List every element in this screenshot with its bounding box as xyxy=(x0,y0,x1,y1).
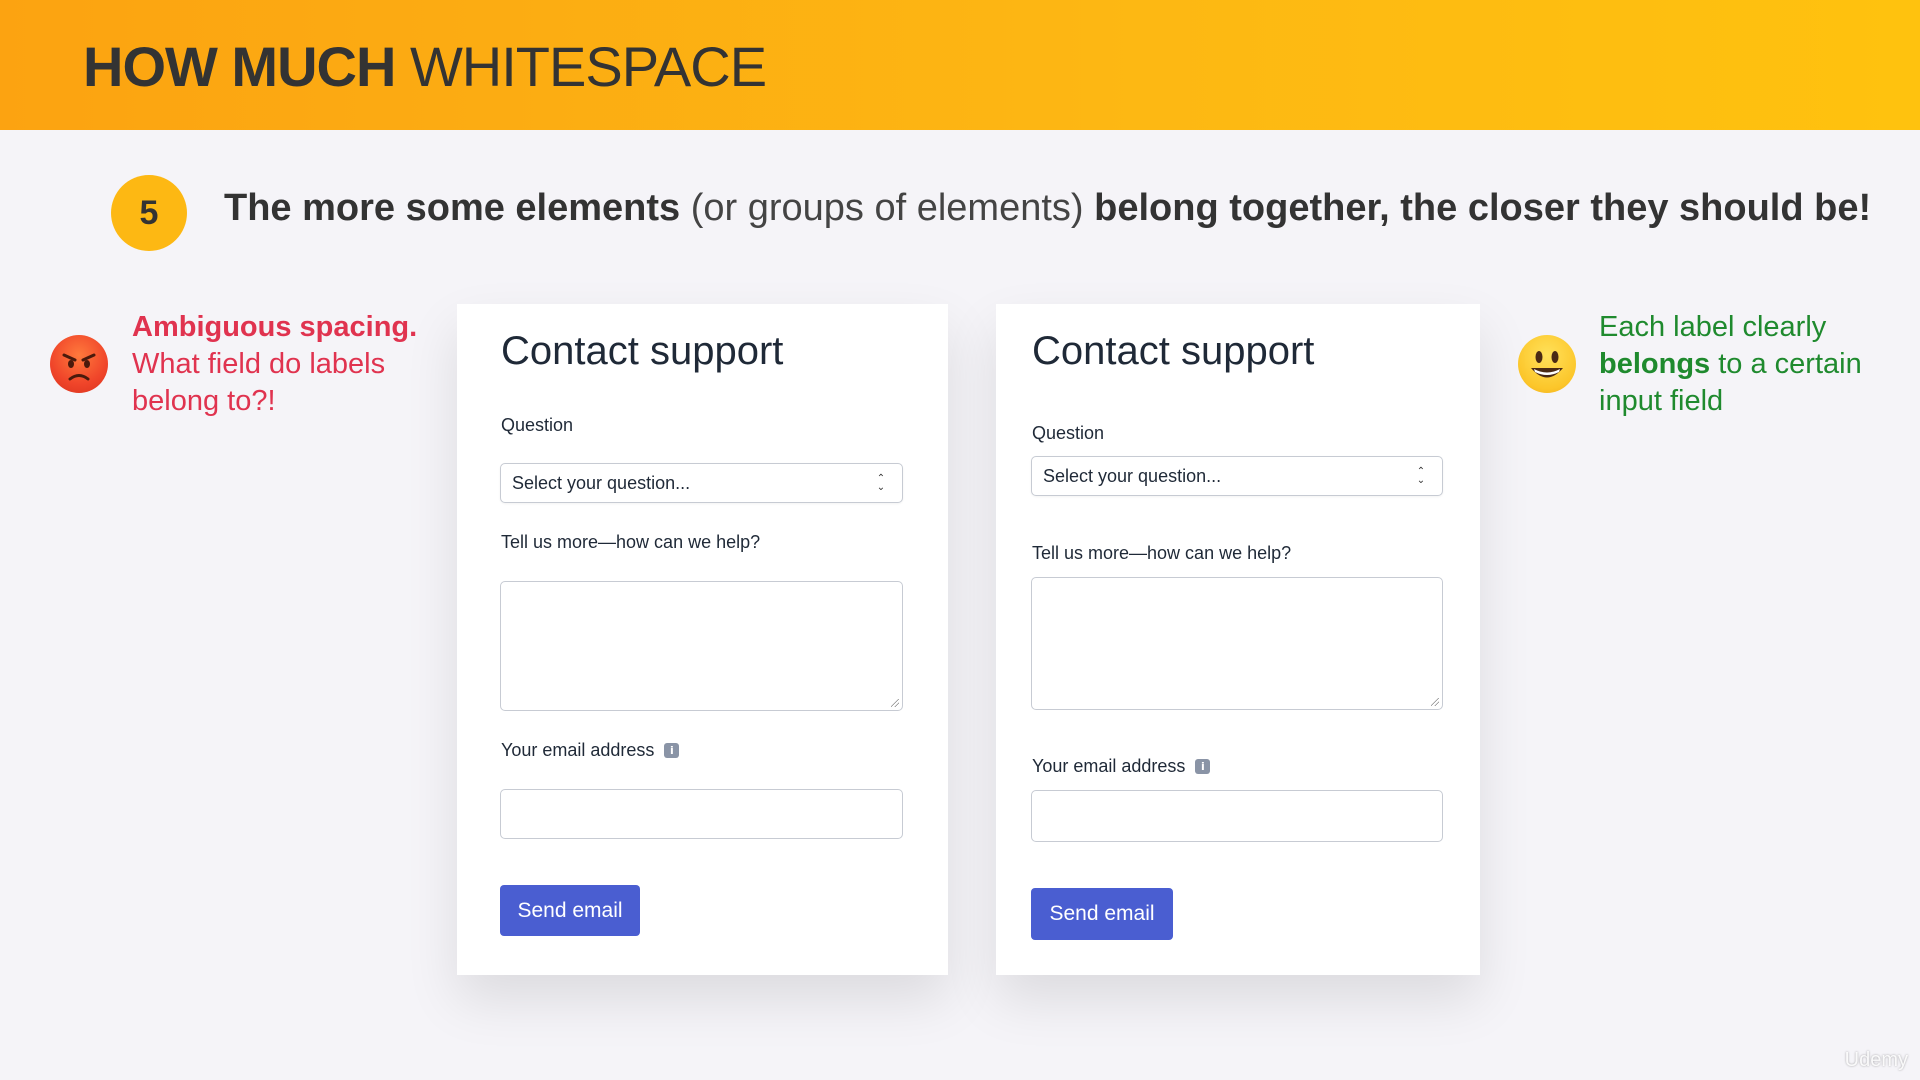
select-chevron-icon: ⌃ ⌄ xyxy=(1416,466,1426,486)
headline-part-3: belong together, the closer they should … xyxy=(1094,187,1872,229)
bad-note-text: What field do labels belong to?! xyxy=(132,348,386,417)
email-label: Your email address i xyxy=(1032,756,1211,777)
slide-title-light: WHITESPACE xyxy=(395,35,767,98)
udemy-watermark: Udemy xyxy=(1844,1049,1908,1071)
email-label-text: Your email address xyxy=(1032,756,1186,776)
help-textarea[interactable] xyxy=(500,581,903,711)
question-select[interactable]: Select your question... ⌃ ⌄ xyxy=(500,463,903,503)
bad-note-strong: Ambiguous spacing. xyxy=(132,311,418,343)
resize-grip-icon[interactable] xyxy=(1431,698,1439,706)
question-select-value: Select your question... xyxy=(1043,465,1222,486)
resize-grip-icon[interactable] xyxy=(891,699,899,707)
good-note-line1: Each label clearly xyxy=(1599,311,1827,343)
question-select[interactable]: Select your question... ⌃ ⌄ xyxy=(1031,456,1443,496)
principle-headline: The more some elements (or groups of ele… xyxy=(224,187,1871,230)
select-chevron-icon: ⌃ ⌄ xyxy=(876,473,886,493)
question-select-value: Select your question... xyxy=(512,472,691,493)
send-email-button[interactable]: Send email xyxy=(500,885,640,936)
angry-face-icon xyxy=(50,335,108,393)
smiling-face-icon xyxy=(1518,335,1576,393)
email-input[interactable] xyxy=(1031,790,1443,842)
email-label-text: Your email address xyxy=(501,740,655,760)
info-icon[interactable]: i xyxy=(664,743,680,758)
form-title: Contact support xyxy=(1032,329,1315,373)
info-icon[interactable]: i xyxy=(1195,759,1211,774)
slide-title-bold: HOW MUCH xyxy=(83,35,396,98)
email-input[interactable] xyxy=(500,789,903,839)
email-label: Your email address i xyxy=(501,740,680,761)
help-label: Tell us more—how can we help? xyxy=(501,532,761,552)
help-label: Tell us more—how can we help? xyxy=(1032,543,1292,563)
bad-example-note: Ambiguous spacing. What field do labels … xyxy=(132,309,432,420)
good-note-strong: belongs xyxy=(1599,348,1711,380)
question-label: Question xyxy=(501,415,574,435)
contact-form-bad-spacing: Contact support Question Select your que… xyxy=(457,304,948,975)
slide-title: HOW MUCH WHITESPACE xyxy=(83,34,767,99)
form-title: Contact support xyxy=(501,329,784,373)
step-number-badge: 5 xyxy=(111,175,187,251)
question-label: Question xyxy=(1032,423,1105,443)
title-banner: HOW MUCH WHITESPACE xyxy=(0,0,1920,130)
help-textarea[interactable] xyxy=(1031,577,1443,710)
headline-part-2: (or groups of elements) xyxy=(680,187,1095,229)
contact-form-good-spacing: Contact support Question Select your que… xyxy=(996,304,1480,975)
send-email-button[interactable]: Send email xyxy=(1031,888,1173,940)
good-example-note: Each label clearly belongs to a certain … xyxy=(1599,309,1899,420)
headline-part-1: The more some elements xyxy=(224,187,681,229)
